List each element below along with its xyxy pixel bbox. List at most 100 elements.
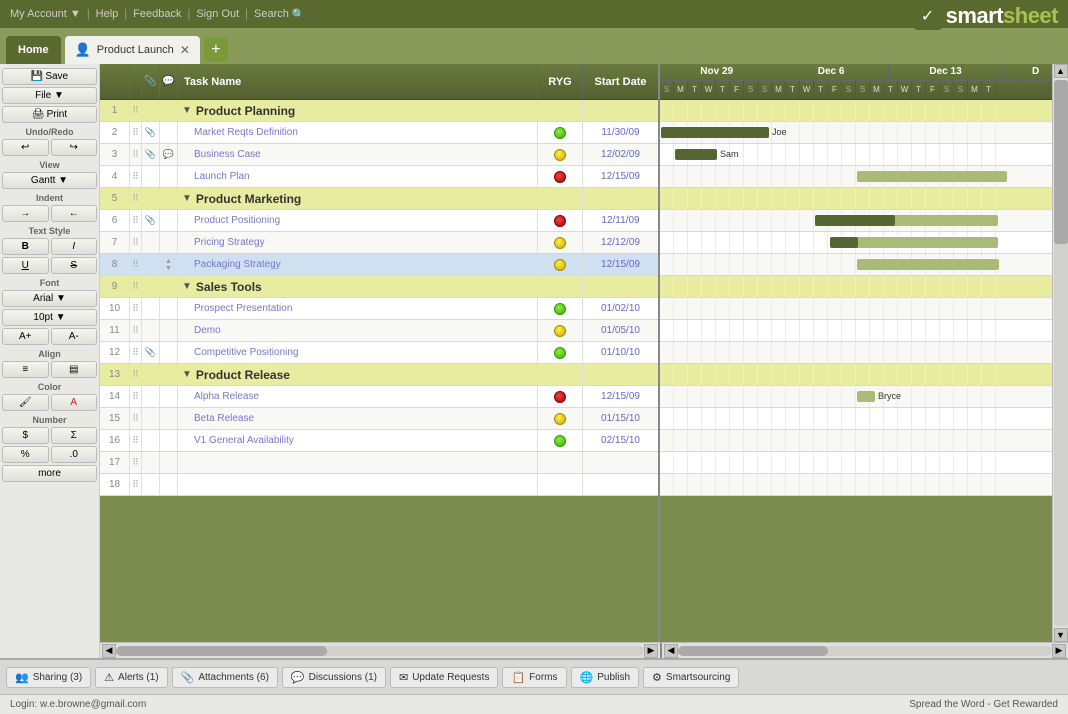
move-arrows[interactable]: ▲▼ — [165, 258, 172, 272]
row-task[interactable] — [178, 474, 538, 495]
percent-button[interactable]: % — [2, 446, 49, 463]
row-drag[interactable]: ⠿ — [130, 430, 142, 451]
collapse-icon[interactable]: ▼ — [182, 105, 192, 116]
h-scroll-thumb-right[interactable] — [678, 646, 828, 656]
row-drag[interactable]: ⠿ — [130, 122, 142, 143]
scroll-thumb[interactable] — [1054, 80, 1068, 244]
row-task[interactable]: Market Reqts Definition — [178, 122, 538, 143]
align-left-button[interactable]: ≡ — [2, 361, 49, 378]
sigma-button[interactable]: Σ — [51, 427, 98, 444]
collapse-icon[interactable]: ▼ — [182, 193, 192, 204]
bg-color-button[interactable]: 🖌 — [2, 394, 49, 411]
h-scroll-right-arrow[interactable]: ▶ — [644, 644, 658, 658]
indent-in-button[interactable]: → — [2, 205, 49, 222]
feedback-link[interactable]: Feedback — [133, 8, 181, 20]
add-tab-btn[interactable]: + — [204, 38, 228, 62]
row-task[interactable]: ▼ Product Planning — [178, 100, 538, 121]
row-task[interactable]: Prospect Presentation — [178, 298, 538, 319]
h-scroll-left-arrow[interactable]: ◀ — [102, 644, 116, 658]
row-task[interactable]: ▼ Sales Tools — [178, 276, 538, 297]
update-requests-tab[interactable]: ✉ Update Requests — [390, 667, 499, 688]
gantt-bar-dark — [815, 215, 895, 226]
h-scroll-left-arrow2[interactable]: ◀ — [664, 644, 678, 658]
row-task[interactable]: Business Case — [178, 144, 538, 165]
row-task[interactable]: ▼ Product Marketing — [178, 188, 538, 209]
underline-button[interactable]: U — [2, 257, 49, 274]
row-task[interactable]: Packaging Strategy — [178, 254, 538, 275]
fontsize-select[interactable]: 10pt ▼ — [2, 309, 97, 326]
italic-button[interactable]: I — [51, 238, 98, 255]
h-scroll-thumb-left[interactable] — [116, 646, 327, 656]
row-task[interactable]: V1 General Availability — [178, 430, 538, 451]
row-drag[interactable]: ⠿ — [130, 342, 142, 363]
row-drag[interactable]: ⠿ — [130, 144, 142, 165]
row-task[interactable]: Product Positioning — [178, 210, 538, 231]
strikethrough-button[interactable]: S — [51, 257, 98, 274]
row-drag[interactable]: ⠿ — [130, 188, 142, 209]
font-color-button[interactable]: A — [51, 394, 98, 411]
indent-out-button[interactable]: ← — [51, 205, 98, 222]
row-drag[interactable]: ⠿ — [130, 276, 142, 297]
redo-button[interactable]: ↪ — [51, 139, 98, 156]
row-drag[interactable]: ⠿ — [130, 452, 142, 473]
h-scroll-track-left[interactable] — [116, 646, 644, 656]
row-drag[interactable]: ⠿ — [130, 100, 142, 121]
row-task[interactable]: Alpha Release — [178, 386, 538, 407]
collapse-icon[interactable]: ▼ — [182, 281, 192, 292]
row-drag[interactable]: ⠿ — [130, 232, 142, 253]
h-scroll-track-right[interactable] — [678, 646, 1052, 656]
font-select[interactable]: Arial ▼ — [2, 290, 97, 307]
section-name: Product Marketing — [196, 192, 301, 206]
row-drag[interactable]: ⠿ — [130, 166, 142, 187]
fontsize-up-button[interactable]: A+ — [2, 328, 49, 345]
gantt-cell — [940, 100, 954, 121]
forms-tab[interactable]: 📋 Forms — [502, 667, 566, 688]
fontsize-down-button[interactable]: A- — [51, 328, 98, 345]
row-attach — [142, 254, 160, 275]
row-task[interactable]: Launch Plan — [178, 166, 538, 187]
sheet-tab[interactable]: 👤 Product Launch ✕ — [65, 36, 200, 64]
tab-close-btn[interactable]: ✕ — [180, 43, 190, 57]
print-button[interactable]: 🖨 Print — [2, 106, 97, 123]
row-drag[interactable]: ⠿ — [130, 254, 142, 275]
scroll-up-arrow[interactable]: ▲ — [1054, 64, 1068, 78]
myaccount-link[interactable]: My Account ▼ — [10, 8, 81, 20]
home-tab[interactable]: Home — [6, 36, 61, 64]
scroll-track[interactable] — [1054, 80, 1068, 626]
attachments-tab[interactable]: 📎 Attachments (6) — [172, 667, 278, 688]
alerts-tab[interactable]: ⚠ Alerts (1) — [95, 667, 167, 688]
help-link[interactable]: Help — [96, 8, 119, 20]
row-drag[interactable]: ⠿ — [130, 386, 142, 407]
h-scroll-right-arrow2[interactable]: ▶ — [1052, 644, 1066, 658]
row-task[interactable]: Pricing Strategy — [178, 232, 538, 253]
signout-link[interactable]: Sign Out — [196, 8, 239, 20]
align-right-button[interactable]: ▤ — [51, 361, 98, 378]
currency-button[interactable]: $ — [2, 427, 49, 444]
row-drag[interactable]: ⠿ — [130, 298, 142, 319]
save-button[interactable]: 💾 Save — [2, 68, 97, 85]
more-button[interactable]: more — [2, 465, 97, 482]
row-task[interactable]: ▼ Product Release — [178, 364, 538, 385]
vertical-scrollbar[interactable]: ▲ ▼ — [1052, 64, 1068, 642]
scroll-down-arrow[interactable]: ▼ — [1054, 628, 1068, 642]
undo-button[interactable]: ↩ — [2, 139, 49, 156]
publish-tab[interactable]: 🌐 Publish — [571, 667, 640, 688]
row-task[interactable]: Beta Release — [178, 408, 538, 429]
sharing-tab[interactable]: 👥 Sharing (3) — [6, 667, 91, 688]
row-drag[interactable]: ⠿ — [130, 364, 142, 385]
row-task[interactable] — [178, 452, 538, 473]
row-drag[interactable]: ⠿ — [130, 210, 142, 231]
decimal-button[interactable]: .0 — [51, 446, 98, 463]
row-task[interactable]: Demo — [178, 320, 538, 341]
collapse-icon[interactable]: ▼ — [182, 369, 192, 380]
row-task[interactable]: Competitive Positioning — [178, 342, 538, 363]
row-drag[interactable]: ⠿ — [130, 474, 142, 495]
smartsourcing-tab[interactable]: ⚙ Smartsourcing — [643, 667, 739, 688]
row-drag[interactable]: ⠿ — [130, 408, 142, 429]
gantt-view-button[interactable]: Gantt ▼ — [2, 172, 97, 189]
discussions-tab[interactable]: 💬 Discussions (1) — [282, 667, 386, 688]
file-button[interactable]: File ▼ — [2, 87, 97, 104]
row-drag[interactable]: ⠿ — [130, 320, 142, 341]
bold-button[interactable]: B — [2, 238, 49, 255]
scrollable-grid: 📎 💬 Task Name RYG Start Date 1 ⠿ ▼ — [100, 64, 1068, 642]
